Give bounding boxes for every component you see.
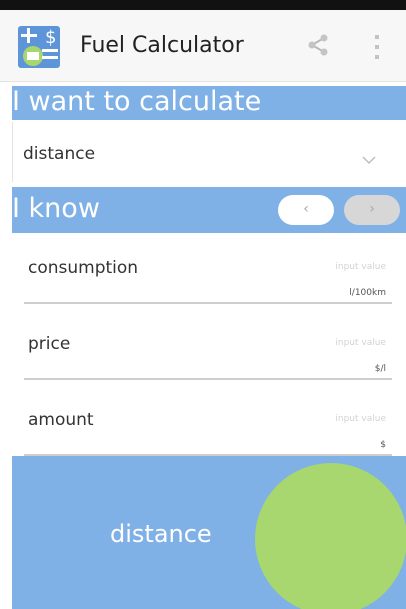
field-placeholder: input value [335,414,386,424]
chevron-left-icon: ‹ [303,201,309,217]
svg-text:$: $ [45,27,56,48]
status-bar [0,0,406,10]
result-panel: distance [12,456,406,609]
field-label: price [28,334,71,354]
know-header: I know ‹ › [12,187,406,233]
field-underline [24,302,392,304]
chevron-right-icon: › [369,201,375,217]
calculate-header: I want to calculate [12,86,406,120]
next-button[interactable]: › [344,195,400,225]
fuel-calculator-app-icon: $ [16,24,62,70]
field-unit: l/100km [349,288,386,298]
field-label: consumption [28,258,139,278]
app-title: Fuel Calculator [80,33,244,58]
calculate-button[interactable] [255,463,406,609]
consumption-field[interactable]: consumption input value l/100km [12,250,406,322]
app-bar: $ Fuel Calculator [0,10,406,82]
field-unit: $/l [374,364,386,374]
field-placeholder: input value [335,262,386,272]
field-label: amount [28,410,94,430]
price-field[interactable]: price input value $/l [12,326,406,398]
know-header-label: I know [12,193,100,224]
target-select[interactable]: distance [12,122,406,182]
target-select-value: distance [23,144,96,164]
calculate-header-label: I want to calculate [12,86,262,117]
prev-button[interactable]: ‹ [278,195,334,225]
overflow-menu-icon[interactable] [372,32,382,62]
result-label: distance [110,520,212,548]
chevron-down-icon[interactable] [362,150,376,165]
share-icon[interactable] [304,32,330,58]
field-placeholder: input value [335,338,386,348]
field-unit: $ [380,440,386,450]
field-underline [24,378,392,380]
